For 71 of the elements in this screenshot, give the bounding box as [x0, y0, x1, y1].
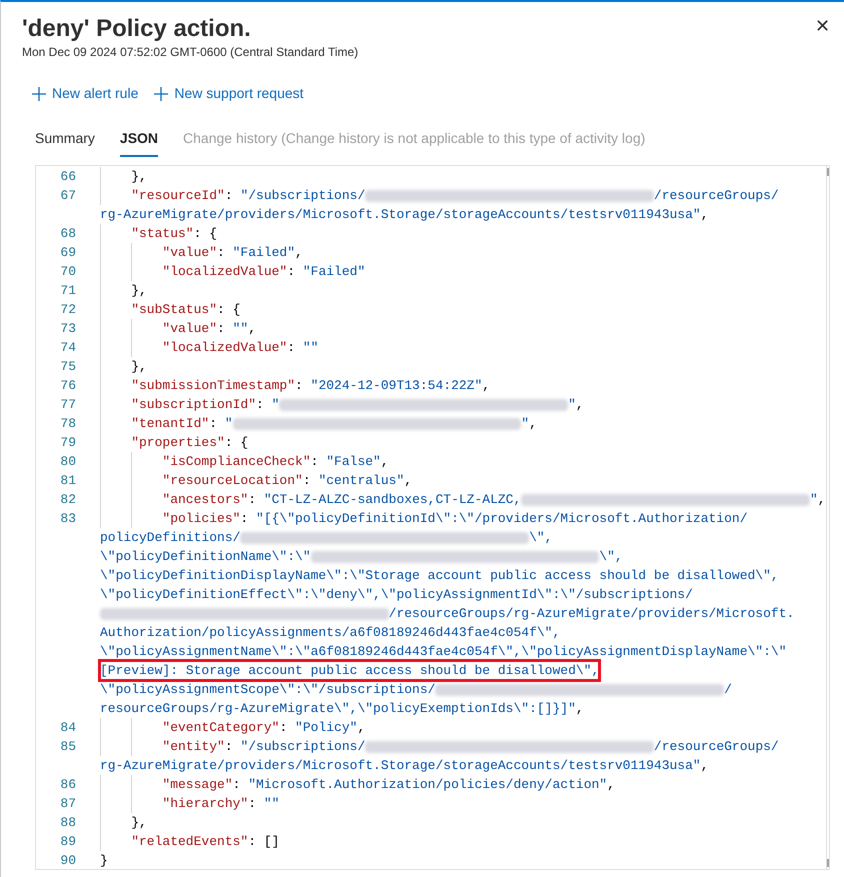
close-button[interactable]: ✕	[815, 16, 830, 36]
code-line: \"policyDefinitionName\":\" \",	[100, 548, 623, 566]
code-line: "hierarchy": ""	[162, 795, 280, 813]
code-line: \"policyAssignmentName\":\"a6f08189246d443fae4c054f\",\"policyAssignmentDisplayName\":\"	[100, 643, 787, 661]
line-number: 83	[60, 510, 76, 528]
line-number: 73	[60, 320, 76, 338]
tab[interactable]: Summary	[35, 128, 95, 157]
line-number: 75	[60, 358, 76, 376]
code-line: resourceGroups/rg-AzureMigrate\",\"policyExemptionIds\":[]}]",	[100, 700, 584, 718]
code-line: "isComplianceCheck": "False",	[162, 453, 389, 471]
code-line: rg-AzureMigrate/providers/Microsoft.Storage/storageAccounts/testsrv011943usa",	[100, 206, 709, 224]
code-line: rg-AzureMigrate/providers/Microsoft.Storage/storageAccounts/testsrv011943usa",	[100, 757, 709, 775]
code-line: "policies": "[{\"policyDefinitionId\":\"/providers/Microsoft.Authorization/	[162, 510, 748, 528]
code-line: /resourceGroups/rg-AzureMigrate/providers/Microsoft.	[100, 604, 794, 623]
code-line: "resourceLocation": "centralus",	[162, 472, 412, 490]
code-line: "properties": {	[131, 434, 248, 452]
code-line: "resourceId": "/subscriptions/ /resourceGroups/	[131, 187, 779, 205]
code-line: "value": "",	[162, 320, 256, 338]
code-line: "value": "Failed",	[162, 244, 303, 262]
code-line: "message": "Microsoft.Authorization/policies/deny/action",	[162, 776, 615, 794]
code-line: "eventCategory": "Policy",	[162, 719, 366, 737]
timestamp: Mon Dec 09 2024 07:52:02 GMT-0600 (Central Standard Time)	[22, 44, 358, 60]
code-line: \"policyAssignmentScope\":\"/subscriptions/ /	[100, 681, 732, 699]
code-line: },	[131, 168, 147, 186]
line-number: 80	[60, 453, 76, 471]
line-number: 88	[60, 814, 76, 832]
panel-title: 'deny' Policy action.	[22, 14, 252, 44]
line-number: 72	[60, 301, 76, 319]
code-line: "subscriptionId": " ",	[131, 396, 584, 414]
toolbar-button[interactable]: New support request	[154, 83, 304, 104]
code-line: },	[131, 358, 147, 376]
line-number: 89	[60, 833, 76, 851]
code-line: [Preview]: Storage account public access should be disallowed\",	[100, 661, 600, 680]
line-number: 70	[60, 263, 76, 281]
line-number: 86	[60, 776, 76, 794]
line-number: 79	[60, 434, 76, 452]
line-number: 81	[60, 472, 76, 490]
code-line: "tenantId": " ",	[131, 415, 537, 433]
code-line: policyDefinitions/ \",	[100, 529, 552, 547]
line-number: 67	[60, 187, 76, 205]
line-number: 84	[60, 719, 76, 737]
line-number: 74	[60, 339, 76, 357]
line-number: 82	[60, 491, 76, 509]
code-line: "relatedEvents": []	[131, 833, 280, 851]
tab[interactable]: JSON	[120, 128, 158, 157]
line-number: 87	[60, 795, 76, 813]
code-line: "localizedValue": "Failed"	[162, 263, 366, 281]
code-line: "ancestors": "CT-LZ-ALZC-sandboxes,CT-LZ-ALZC, ",	[162, 491, 826, 509]
toolbar-button[interactable]: New alert rule	[32, 83, 138, 104]
code-line: "status": {	[131, 225, 218, 243]
code-line: "entity": "/subscriptions/ /resourceGroups/	[162, 738, 779, 756]
code-line: }	[100, 852, 108, 869]
line-number: 90	[60, 852, 76, 869]
code-line: \"policyDefinitionDisplayName\":\"Storage account public access should be disallowed\",	[100, 567, 779, 585]
line-number: 76	[60, 377, 76, 395]
line-number: 85	[60, 738, 76, 756]
code-line: "submissionTimestamp": "2024-12-09T13:54:22Z",	[131, 377, 490, 395]
code-line: },	[131, 282, 147, 300]
line-number: 69	[60, 244, 76, 262]
line-number: 71	[60, 282, 76, 300]
plus-icon	[154, 86, 168, 100]
code-line: },	[131, 814, 147, 832]
code-line: "subStatus": {	[131, 301, 240, 319]
plus-icon	[32, 86, 46, 100]
line-number: 78	[60, 415, 76, 433]
code-line: \"policyDefinitionEffect\":\"deny\",\"policyAssignmentId\":\"/subscriptions/	[100, 586, 693, 604]
code-line: "localizedValue": ""	[162, 339, 318, 357]
code-line: Authorization/policyAssignments/a6f08189246d443fae4c054f\",	[100, 624, 560, 642]
line-number: 77	[60, 396, 76, 414]
line-number: 66	[60, 168, 76, 186]
line-number: 68	[60, 225, 76, 243]
